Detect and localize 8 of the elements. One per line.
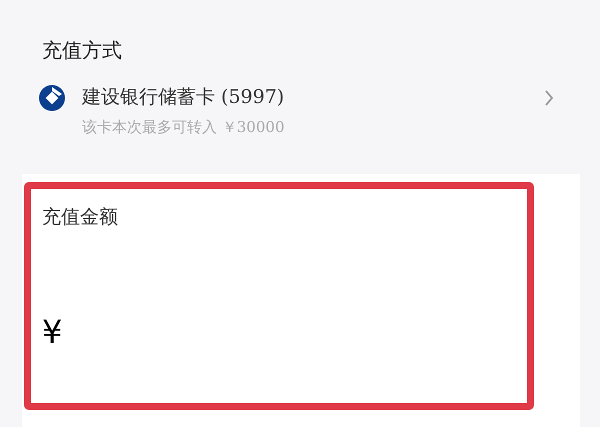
- amount-label: 充值金额: [42, 205, 119, 230]
- bank-card-row[interactable]: 建设银行储蓄卡 (5997) 该卡本次最多可转入 ￥30000: [39, 82, 554, 138]
- bank-logo-icon: [39, 85, 65, 111]
- chevron-right-icon: [544, 90, 554, 106]
- section-title: 充值方式: [42, 37, 123, 64]
- transfer-limit-note: 该卡本次最多可转入 ￥30000: [82, 117, 286, 138]
- bank-card-name: 建设银行储蓄卡 (5997): [82, 85, 286, 110]
- amount-input-field[interactable]: ¥: [42, 310, 502, 354]
